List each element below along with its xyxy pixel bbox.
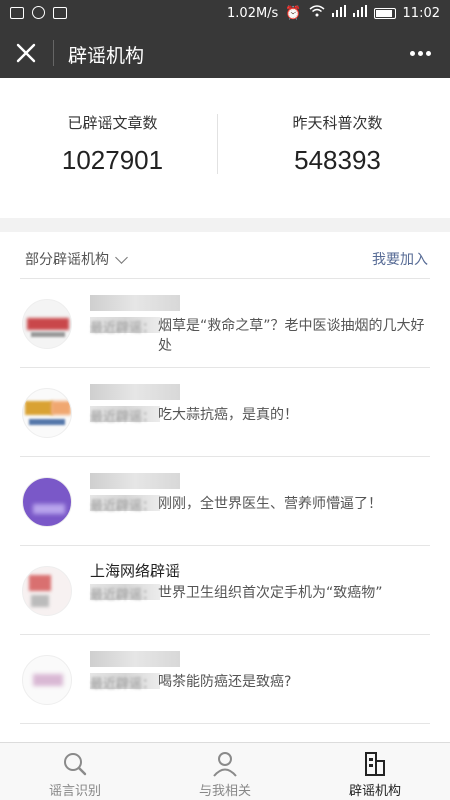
section-filter-dropdown[interactable]: 部分辟谣机构 [25, 249, 128, 269]
prefix-label: 最近辟谣： [90, 499, 156, 514]
prefix-label: 最近辟谣： [90, 410, 156, 425]
person-icon [213, 752, 237, 777]
tab-organizations[interactable]: 辟谣机构 [300, 743, 450, 800]
list-item[interactable]: 最近辟谣： 刚刚，全世界医生、营养师懵逼了！ [20, 457, 430, 546]
building-icon [365, 752, 385, 776]
status-time: 11:02 [402, 5, 440, 21]
more-button[interactable] [410, 46, 436, 60]
prefix-label: 最近辟谣： [90, 588, 156, 603]
wifi-icon [309, 5, 325, 21]
avatar [22, 655, 72, 705]
stat-articles-value: 1027901 [61, 145, 164, 175]
close-button[interactable] [12, 39, 40, 67]
status-right: 1.02M/s ⏰ 11:02 [227, 5, 440, 21]
tab-bar: 谣言识别 与我相关 辟谣机构 [0, 742, 450, 800]
stat-divider [217, 114, 218, 174]
stat-science-value: 548393 [294, 145, 381, 175]
organization-name: 上海网络辟谣 [90, 562, 181, 580]
status-left [10, 6, 67, 19]
more-dot-icon [418, 50, 423, 56]
battery-icon [373, 7, 396, 19]
title-divider [53, 40, 54, 66]
stat-science-label: 昨天科普次数 [292, 114, 383, 132]
tab-related-to-me[interactable]: 与我相关 [150, 743, 300, 800]
list-item[interactable]: 最近辟谣： 喝茶能防癌还是致癌? [20, 635, 430, 724]
stat-science: 昨天科普次数 548393 [225, 112, 450, 176]
rumor-snippet: 吃大蒜抗癌，是真的！ [158, 407, 298, 423]
section-header: 部分辟谣机构 我要加入 [0, 232, 450, 278]
blurred-name [90, 651, 180, 667]
rumor-snippet: 世界卫生组织首次定手机为“致癌物” [158, 585, 383, 601]
tab-label: 与我相关 [198, 784, 251, 799]
blurred-name [90, 295, 180, 311]
rumor-snippet: 烟草是“救命之草”？老中医谈抽烟的几大好处 [158, 318, 425, 354]
join-link[interactable]: 我要加入 [372, 249, 428, 269]
close-icon [16, 43, 36, 63]
avatar [22, 477, 72, 527]
message-icon [10, 6, 24, 19]
section-title: 部分辟谣机构 [25, 252, 109, 268]
list-item[interactable]: 上海网络辟谣 最近辟谣： 世界卫生组织首次定手机为“致癌物” [20, 546, 430, 635]
stats-panel: 已辟谣文章数 1027901 昨天科普次数 548393 [0, 78, 450, 218]
avatar [22, 566, 72, 616]
rumor-snippet: 喝茶能防癌还是致癌? [158, 674, 292, 690]
organization-list: 最近辟谣： 烟草是“救命之草”？老中医谈抽烟的几大好处 最近辟谣： 吃大蒜抗癌，… [0, 279, 450, 724]
signal-icon-2 [352, 5, 367, 21]
alarm-icon: ⏰ [285, 5, 302, 21]
network-speed: 1.02M/s [227, 5, 279, 21]
prefix-label: 最近辟谣： [90, 321, 156, 336]
rumor-snippet: 刚刚，全世界医生、营养师懵逼了！ [158, 496, 382, 512]
prefix-label: 最近辟谣： [90, 677, 156, 692]
notification-icon [32, 6, 45, 19]
chevron-down-icon [115, 250, 128, 264]
list-item[interactable]: 最近辟谣： 吃大蒜抗癌，是真的！ [20, 368, 430, 457]
tab-label: 谣言识别 [48, 784, 101, 799]
more-dot-icon [410, 50, 415, 56]
blurred-name [90, 384, 180, 400]
avatar [22, 388, 72, 438]
section-gap [0, 218, 450, 232]
status-bar: 1.02M/s ⏰ 11:02 [0, 0, 450, 28]
page-title: 辟谣机构 [68, 45, 145, 67]
avatar [22, 299, 72, 349]
stat-articles-label: 已辟谣文章数 [67, 114, 158, 132]
more-dot-icon [426, 50, 431, 56]
tab-rumor-identify[interactable]: 谣言识别 [0, 743, 150, 800]
search-icon [64, 753, 87, 776]
tab-label: 辟谣机构 [348, 784, 401, 799]
image-icon [53, 6, 67, 19]
stat-articles: 已辟谣文章数 1027901 [0, 112, 225, 176]
blurred-name [90, 473, 180, 489]
signal-icon [331, 5, 346, 21]
title-bar: 辟谣机构 [0, 28, 450, 78]
list-item[interactable]: 最近辟谣： 烟草是“救命之草”？老中医谈抽烟的几大好处 [20, 279, 430, 368]
